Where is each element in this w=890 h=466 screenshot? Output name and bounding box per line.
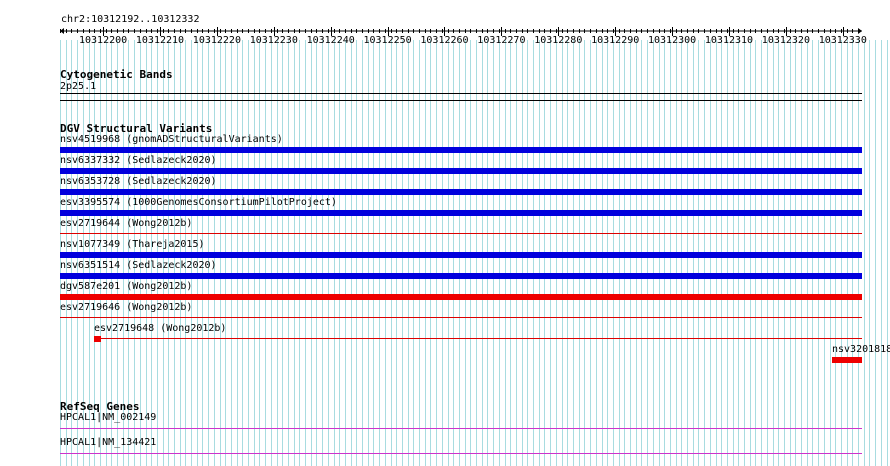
feature-label: esv2719648 (Wong2012b) [94,323,227,334]
ruler-tick-label: 10312240 [306,35,355,46]
sv-feature-bar[interactable] [60,294,862,300]
feature-label: nsv6337332 (Sedlazeck2020) [60,155,217,166]
sv-feature-bar[interactable] [832,357,862,363]
ruler-tick-label: 10312300 [648,35,697,46]
sv-feature-bar[interactable] [60,168,862,174]
ruler-tick-label: 10312280 [534,35,583,46]
ruler-tick-label: 10312290 [591,35,640,46]
location-label: chr2:10312192..10312332 [61,14,200,25]
ruler-tick-label: 10312220 [192,35,241,46]
cytoband-bar[interactable] [60,93,862,94]
cytoband-label: 2p25.1 [60,81,97,92]
ruler-tick-label: 10312210 [135,35,185,46]
feature-label: dgv587e201 (Wong2012b) [60,281,193,292]
sv-feature-start-box[interactable] [94,336,101,342]
gene-label: HPCAL1|NM_134421 [60,437,157,448]
sv-feature-line[interactable] [101,338,862,339]
ruler-tick-label: 10312200 [79,35,128,46]
ruler-tick-label: 10312330 [818,35,867,46]
cytobands-track-title[interactable]: Cytogenetic Bands [60,68,173,81]
feature-label: nsv6353728 (Sedlazeck2020) [60,176,217,187]
feature-label: nsv1077349 (Thareja2015) [60,239,205,250]
feature-label: nsv6351514 (Sedlazeck2020) [60,260,217,271]
sv-feature-bar[interactable] [60,210,862,216]
ruler-tick-label: 10312260 [420,35,469,46]
sv-feature-bar[interactable] [60,147,862,153]
feature-label: nsv4519968 (gnomADStructuralVariants) [60,134,283,145]
ruler-tick-label: 10312250 [363,35,412,46]
track-separator [60,100,862,101]
gene-intron-line[interactable] [60,428,862,429]
sv-feature-bar[interactable] [60,189,862,195]
ruler-tick-label: 10312230 [249,35,298,46]
feature-label: esv2719646 (Wong2012b) [60,302,193,313]
ruler-tick-label: 10312310 [704,35,754,46]
gene-intron-line[interactable] [60,453,862,454]
ruler-tick-label: 10312270 [477,35,526,46]
sv-feature-line[interactable] [60,317,862,318]
sv-feature-line[interactable] [60,233,862,234]
gene-label: HPCAL1|NM_002149 [60,412,157,423]
feature-label: esv2719644 (Wong2012b) [60,218,193,229]
sv-feature-bar[interactable] [60,252,862,258]
feature-label: esv3395574 (1000GenomesConsortiumPilotPr… [60,197,337,208]
feature-label: nsv3201818 [832,344,890,355]
ruler-tick-label: 10312320 [761,35,810,46]
sv-feature-bar[interactable] [60,273,862,279]
